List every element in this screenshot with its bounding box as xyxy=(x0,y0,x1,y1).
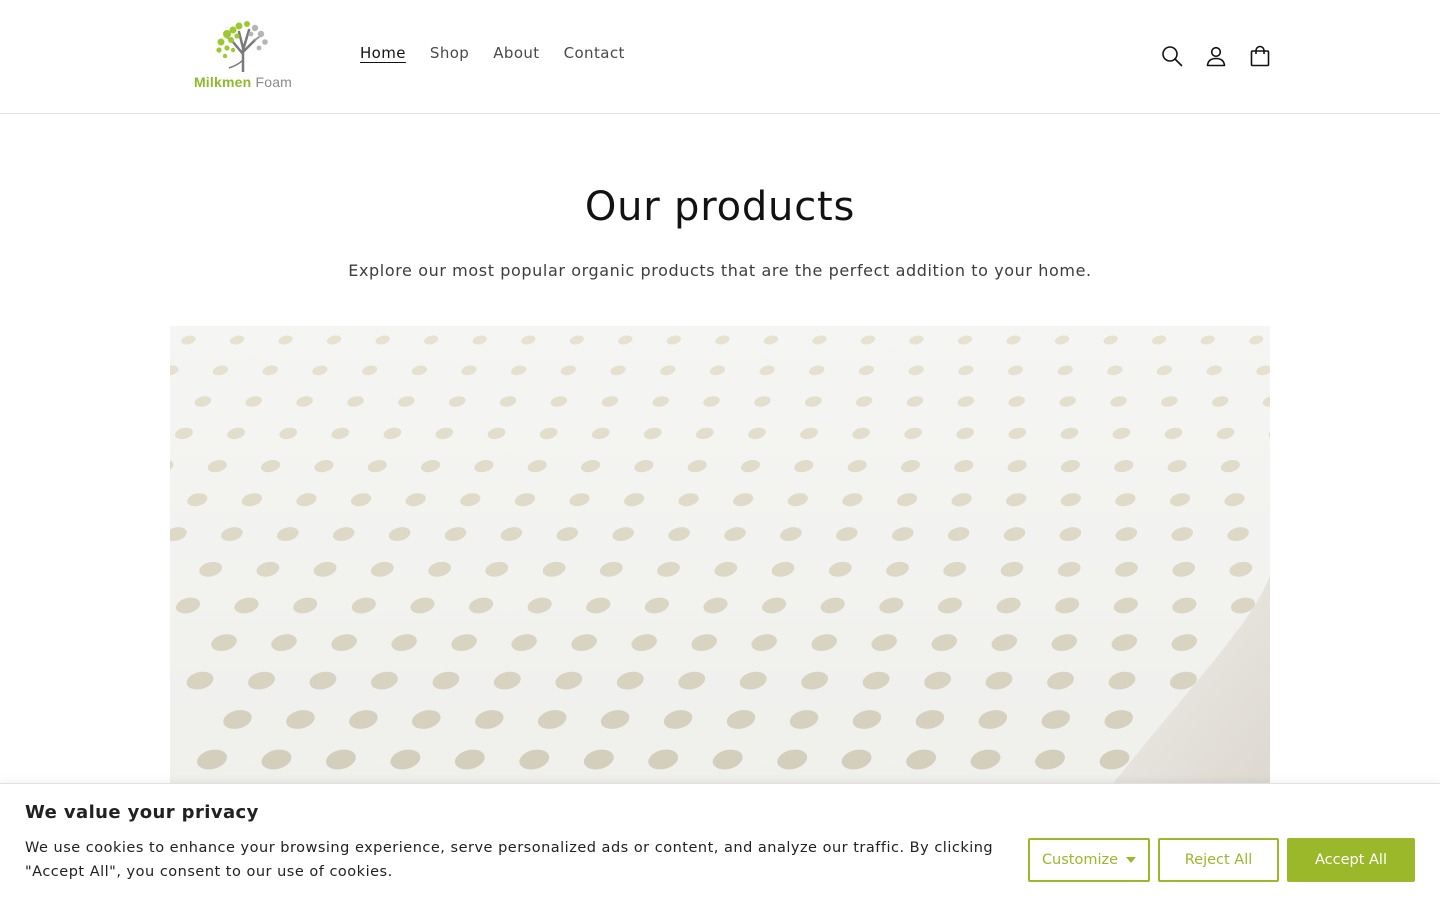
page-title: Our products xyxy=(584,184,856,230)
account-button[interactable] xyxy=(1194,34,1238,78)
nav-about[interactable]: About xyxy=(481,44,551,62)
cart-icon xyxy=(1250,45,1270,67)
customize-button[interactable]: Customize xyxy=(1028,838,1150,882)
foam-texture-image xyxy=(170,326,1270,800)
cookie-description: We use cookies to enhance your browsing … xyxy=(25,840,994,880)
accept-label: Accept All xyxy=(1314,852,1387,868)
tree-logo-icon xyxy=(216,21,268,72)
main-nav: Home Shop About Contact xyxy=(348,44,637,62)
nav-contact[interactable]: Contact xyxy=(552,44,637,62)
header-icons xyxy=(1150,34,1282,78)
site-header: Milkmen Foam Home Shop About Contact xyxy=(0,0,1440,114)
customize-label: Customize xyxy=(1041,852,1119,868)
reject-all-button[interactable]: Reject All xyxy=(1158,838,1279,882)
nav-home[interactable]: Home xyxy=(348,44,418,62)
page-subtitle: Explore our most popular organic product… xyxy=(348,261,1092,280)
cookie-title: We value your privacy xyxy=(25,802,259,823)
reject-label: Reject All xyxy=(1184,852,1253,868)
caret-down-icon xyxy=(1126,857,1137,863)
search-icon xyxy=(1162,46,1183,67)
logo-word-foam: Foam xyxy=(255,74,293,90)
cookie-banner: We value your privacy We use cookies to … xyxy=(0,783,1440,900)
search-button[interactable] xyxy=(1150,34,1194,78)
account-icon xyxy=(1206,46,1226,67)
site-logo[interactable]: Milkmen Foam xyxy=(190,20,296,92)
cart-button[interactable] xyxy=(1238,34,1282,78)
logo-word-milkmen: Milkmen xyxy=(193,74,252,90)
hero-image-perforated-foam xyxy=(170,326,1270,800)
accept-all-button[interactable]: Accept All xyxy=(1287,838,1415,882)
nav-shop[interactable]: Shop xyxy=(418,44,481,62)
logo-wordmark: Milkmen Foam xyxy=(194,74,292,90)
